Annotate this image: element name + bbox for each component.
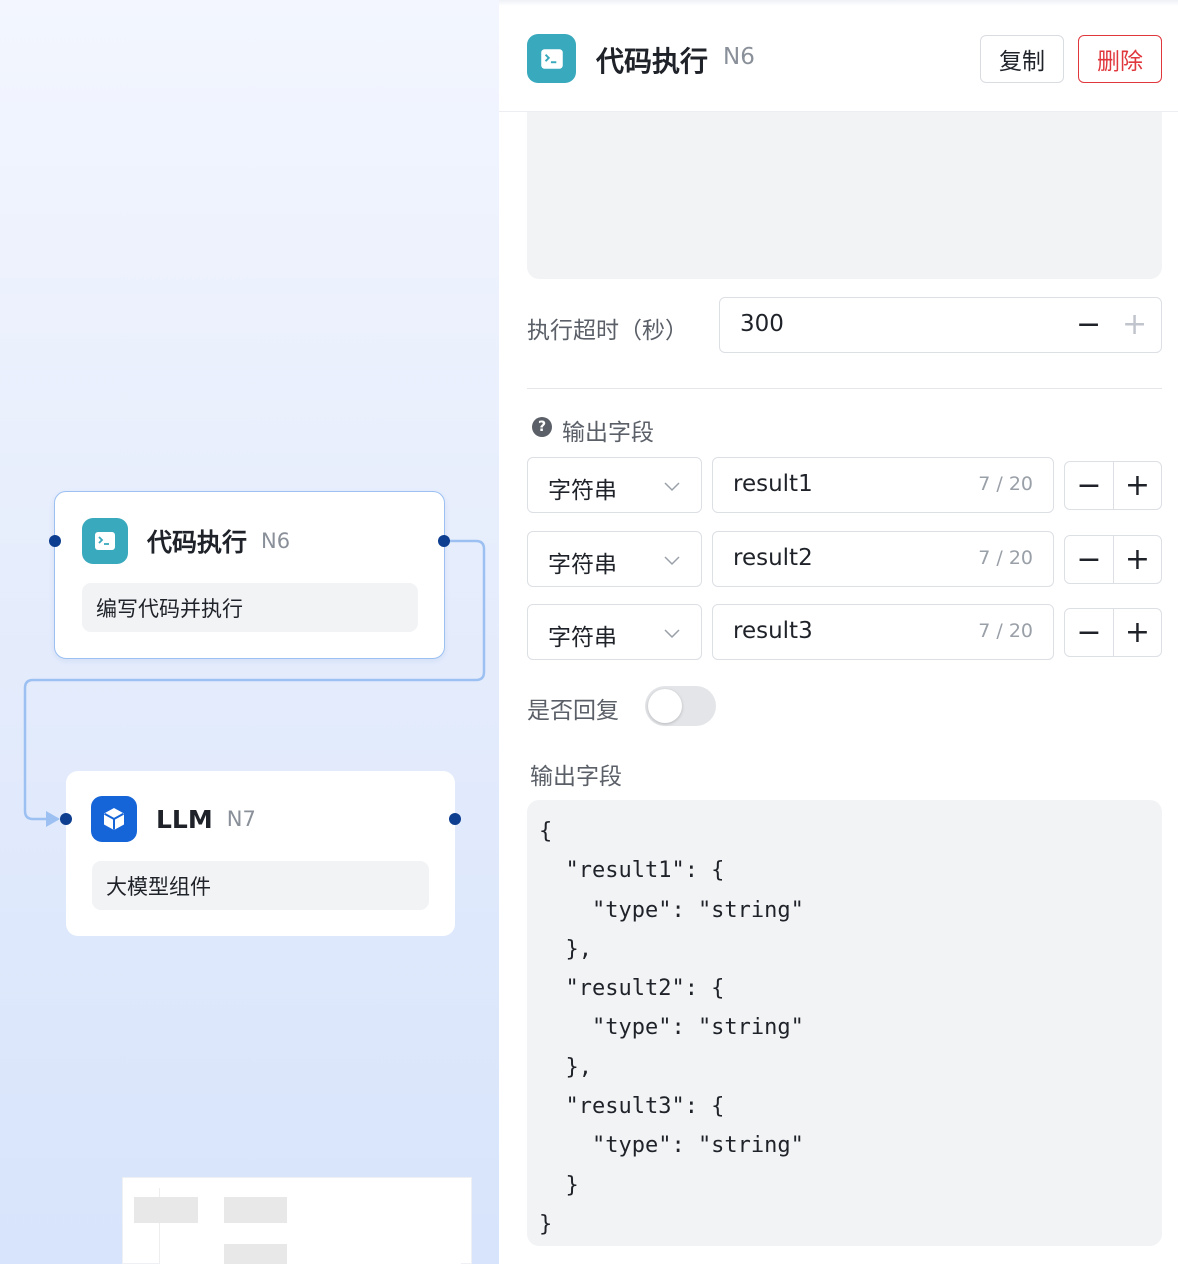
type-select-value: 字符串 xyxy=(548,552,617,578)
node-id: N7 xyxy=(226,807,256,831)
node-title: 代码执行 xyxy=(147,528,248,557)
cube-icon xyxy=(91,796,137,842)
copy-button[interactable]: 复制 xyxy=(980,35,1064,83)
row-stepper: − + xyxy=(1064,535,1162,584)
terminal-icon xyxy=(82,518,128,564)
remove-row-button[interactable]: − xyxy=(1065,609,1113,656)
add-row-button[interactable]: + xyxy=(1112,462,1161,509)
output-port[interactable] xyxy=(438,535,450,547)
output-field-row: 字符串 result3 7 / 20 − + xyxy=(527,604,1162,660)
field-name-value: result2 xyxy=(733,545,813,571)
type-select[interactable]: 字符串 xyxy=(527,604,702,660)
panel-header: 代码执行 N6 复制 删除 xyxy=(499,6,1178,112)
schema-label: 输出字段 xyxy=(530,764,622,790)
help-icon[interactable]: ? xyxy=(532,417,552,437)
type-select[interactable]: 字符串 xyxy=(527,531,702,587)
node-title: LLM xyxy=(156,804,213,834)
char-counter: 7 / 20 xyxy=(978,547,1033,569)
type-select[interactable]: 字符串 xyxy=(527,457,702,513)
chevron-down-icon xyxy=(664,629,680,639)
node-llm[interactable]: LLM N7 大模型组件 xyxy=(66,771,455,936)
output-field-row: 字符串 result2 7 / 20 − + xyxy=(527,531,1162,587)
field-name-value: result3 xyxy=(733,618,813,644)
row-stepper: − + xyxy=(1064,461,1162,510)
reply-toggle[interactable] xyxy=(645,686,716,726)
delete-button[interactable]: 删除 xyxy=(1078,35,1162,83)
field-name-input[interactable]: result1 7 / 20 xyxy=(712,457,1054,513)
output-field-row: 字符串 result1 7 / 20 − + xyxy=(527,457,1162,513)
divider xyxy=(527,388,1162,389)
node-config-panel: 代码执行 N6 复制 删除 执行超时（秒） 300 − + ? 输出字段 字符串… xyxy=(499,0,1178,1264)
panel-node-id: N6 xyxy=(723,44,755,70)
node-id: N6 xyxy=(261,529,291,553)
chevron-down-icon xyxy=(664,482,680,492)
type-select-value: 字符串 xyxy=(548,625,617,651)
char-counter: 7 / 20 xyxy=(978,620,1033,642)
reply-label: 是否回复 xyxy=(527,698,619,724)
panel-title: 代码执行 xyxy=(596,45,709,78)
output-schema-editor[interactable]: { "result1": { "type": "string" }, "resu… xyxy=(527,800,1162,1246)
minimap-node xyxy=(224,1197,287,1223)
input-port[interactable] xyxy=(49,535,61,547)
increment-button[interactable]: + xyxy=(1122,306,1147,344)
char-counter: 7 / 20 xyxy=(978,473,1033,495)
remove-row-button[interactable]: − xyxy=(1065,536,1113,583)
row-stepper: − + xyxy=(1064,608,1162,657)
node-description: 大模型组件 xyxy=(92,861,429,910)
field-name-value: result1 xyxy=(733,471,813,497)
workflow-canvas[interactable]: 代码执行 N6 编写代码并执行 LLM N7 大模型组件 xyxy=(0,0,499,1264)
minimap[interactable] xyxy=(122,1177,472,1264)
timeout-input[interactable]: 300 − + xyxy=(719,297,1162,353)
field-name-input[interactable]: result2 7 / 20 xyxy=(712,531,1054,587)
node-description: 编写代码并执行 xyxy=(82,583,418,632)
decrement-button[interactable]: − xyxy=(1076,306,1101,344)
type-select-value: 字符串 xyxy=(548,478,617,504)
timeout-label: 执行超时（秒） xyxy=(527,318,688,344)
minimap-node xyxy=(224,1244,287,1264)
output-schema-json: { "result1": { "type": "string" }, "resu… xyxy=(539,819,804,1237)
node-code-exec[interactable]: 代码执行 N6 编写代码并执行 xyxy=(54,491,445,659)
timeout-value[interactable]: 300 xyxy=(740,311,784,337)
code-editor[interactable] xyxy=(527,112,1162,279)
edge-arrow xyxy=(46,811,60,827)
add-row-button[interactable]: + xyxy=(1112,536,1161,583)
remove-row-button[interactable]: − xyxy=(1065,462,1113,509)
toggle-knob xyxy=(648,689,682,723)
input-port[interactable] xyxy=(60,813,72,825)
output-port[interactable] xyxy=(449,813,461,825)
minimap-viewport xyxy=(159,1188,461,1264)
outputs-label: 输出字段 xyxy=(562,420,654,446)
chevron-down-icon xyxy=(664,556,680,566)
add-row-button[interactable]: + xyxy=(1112,609,1161,656)
field-name-input[interactable]: result3 7 / 20 xyxy=(712,604,1054,660)
minimap-node xyxy=(134,1197,198,1223)
terminal-icon xyxy=(527,34,576,83)
